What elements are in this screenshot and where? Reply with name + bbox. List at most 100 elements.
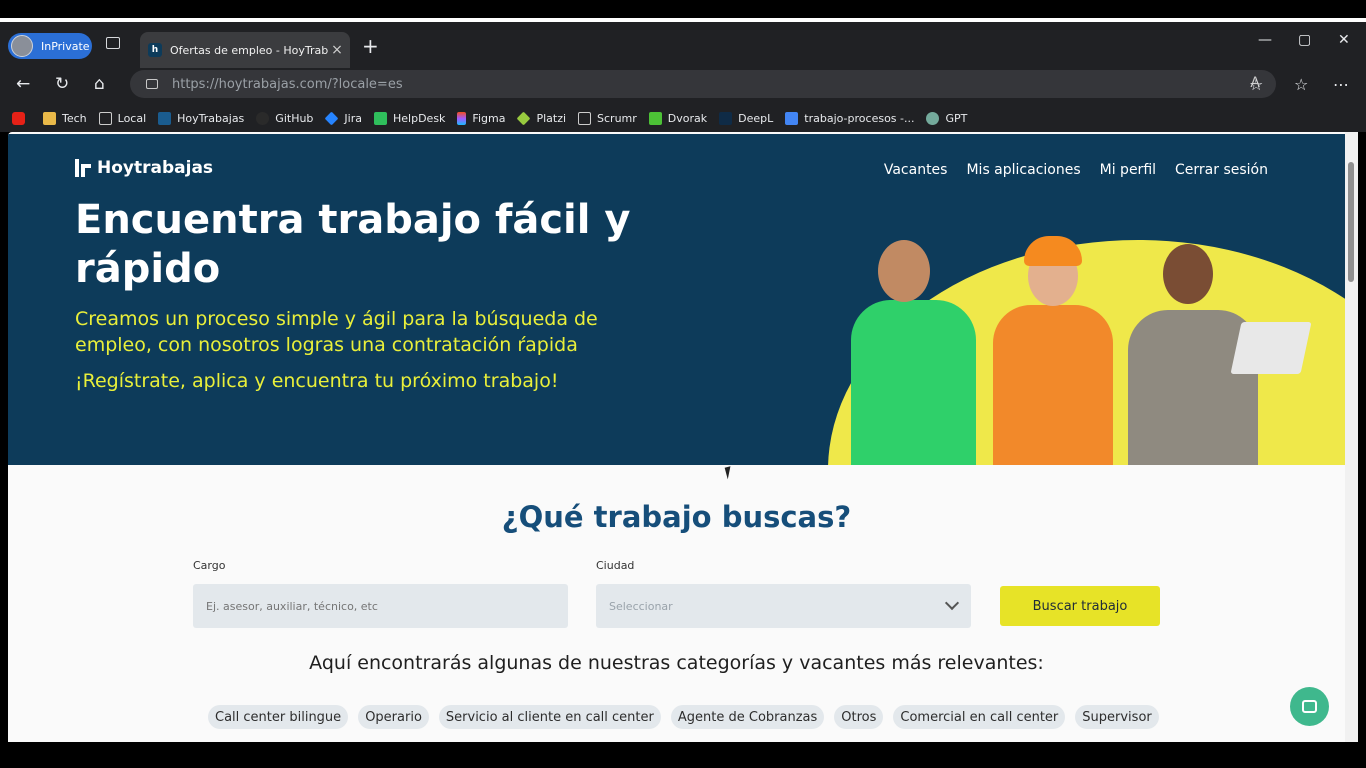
person-head: [1163, 244, 1213, 304]
nav-vacantes[interactable]: Vacantes: [884, 162, 948, 178]
person-safety-vest: [993, 305, 1113, 465]
youtube-icon: [12, 111, 25, 125]
favorite-star-icon[interactable]: ☆: [1249, 75, 1263, 94]
bookmark-trabajo-procesos[interactable]: trabajo-procesos -...: [785, 111, 915, 125]
category-chip[interactable]: Comercial en call center: [893, 705, 1066, 729]
category-chip[interactable]: Servicio al cliente en call center: [438, 705, 661, 729]
page-viewport: Hoytrabajas Vacantes Mis aplicaciones Mi…: [8, 132, 1358, 742]
bookmark-local[interactable]: Local: [98, 111, 147, 125]
bookmark-dvorak[interactable]: Dvorak: [648, 111, 707, 125]
category-chip[interactable]: Agente de Cobranzas: [670, 705, 825, 729]
jira-icon: [325, 111, 339, 125]
hoytrabajas-favicon-icon: h: [148, 43, 162, 57]
brand-name: Hoytrabajas: [97, 158, 214, 178]
screen-top-border: [0, 0, 1366, 20]
bookmark-gpt[interactable]: GPT: [926, 111, 968, 125]
person-head: [878, 240, 930, 302]
dvorak-icon: [648, 111, 662, 125]
maximize-icon[interactable]: ▢: [1298, 32, 1311, 48]
more-menu-icon[interactable]: ⋯: [1333, 75, 1349, 94]
buscar-trabajo-button[interactable]: Buscar trabajo: [1000, 586, 1160, 626]
hero-section: Hoytrabajas Vacantes Mis aplicaciones Mi…: [8, 134, 1345, 465]
bookmark-label: trabajo-procesos -...: [804, 111, 915, 125]
gpt-icon: [926, 111, 940, 125]
refresh-icon[interactable]: ↻: [55, 74, 69, 94]
tab-title: Ofertas de empleo - HoyTrabajas: [170, 43, 328, 57]
ciudad-select[interactable]: Seleccionar: [596, 584, 971, 628]
category-chip[interactable]: Call center bilingue: [208, 705, 349, 729]
bookmark-youtube[interactable]: [12, 111, 31, 125]
url-host: https://hoytrabajas.com: [172, 76, 328, 92]
new-tab-icon[interactable]: +: [362, 34, 379, 58]
inprivate-profile-button[interactable]: InPrivate: [8, 33, 92, 59]
category-chip[interactable]: Operario: [358, 705, 429, 729]
folder-icon: [43, 111, 56, 125]
bookmark-scrumr[interactable]: Scrumr: [578, 111, 637, 125]
hero-description: Creamos un proceso simple y ágil para la…: [75, 308, 598, 356]
bookmark-github[interactable]: GitHub: [256, 111, 313, 125]
close-tab-icon[interactable]: ×: [328, 42, 346, 58]
page-icon: [578, 111, 592, 125]
bookmark-helpdesk[interactable]: HelpDesk: [374, 111, 446, 125]
bookmark-label: Local: [117, 111, 147, 125]
bookmark-tech[interactable]: Tech: [43, 111, 87, 125]
address-bar[interactable]: https://hoytrabajas.com /?locale=es A: [130, 70, 1276, 98]
person-green-shirt: [851, 300, 976, 465]
ciudad-selected-value: Seleccionar: [609, 599, 673, 613]
page-icon: [98, 111, 112, 125]
bookmark-jira[interactable]: Jira: [325, 111, 362, 125]
inprivate-label: InPrivate: [41, 39, 90, 53]
main-nav: Vacantes Mis aplicaciones Mi perfil Cerr…: [884, 162, 1268, 178]
hero-title: Encuentra trabajo fácil y rápido: [75, 197, 631, 292]
url-path: /?locale=es: [327, 76, 403, 92]
cargo-input[interactable]: [193, 584, 568, 628]
profile-avatar-icon: [11, 35, 33, 57]
lock-icon[interactable]: [146, 79, 158, 89]
category-chip[interactable]: Otros: [834, 705, 884, 729]
deepl-icon: [719, 111, 733, 125]
page-scrollbar[interactable]: [1345, 132, 1358, 742]
bookmark-hoytrabajas[interactable]: HoyTrabajas: [158, 111, 245, 125]
mouse-cursor: [724, 464, 740, 480]
bookmark-label: HelpDesk: [393, 111, 446, 125]
favorites-icon[interactable]: ☆: [1294, 75, 1308, 94]
platzi-icon: [517, 111, 531, 125]
category-chips: Call center bilingue Operario Servicio a…: [208, 705, 1159, 729]
browser-chrome: InPrivate h Ofertas de empleo - HoyTraba…: [0, 22, 1366, 132]
bookmark-label: Scrumr: [597, 111, 637, 125]
google-docs-icon: [785, 111, 799, 125]
scrollbar-thumb[interactable]: [1348, 162, 1354, 282]
chevron-down-icon: [944, 595, 960, 611]
hoytrabajas-icon: [158, 111, 172, 125]
bookmark-figma[interactable]: Figma: [457, 111, 506, 125]
nav-mi-perfil[interactable]: Mi perfil: [1100, 162, 1156, 178]
bookmark-label: HoyTrabajas: [177, 111, 245, 125]
laptop-icon: [1230, 322, 1312, 374]
nav-mis-aplicaciones[interactable]: Mis aplicaciones: [966, 162, 1080, 178]
logo-mark-icon: [75, 159, 91, 177]
helpdesk-icon: [374, 111, 387, 125]
chat-button[interactable]: [1290, 687, 1329, 726]
cargo-label: Cargo: [193, 559, 226, 572]
search-title: ¿Qué trabajo buscas?: [501, 500, 852, 534]
minimize-icon[interactable]: —: [1258, 32, 1272, 48]
bookmark-label: Tech: [62, 111, 87, 125]
ciudad-label: Ciudad: [596, 559, 635, 572]
home-icon[interactable]: ⌂: [94, 74, 105, 94]
close-window-icon[interactable]: ✕: [1338, 32, 1350, 48]
bookmark-label: Platzi: [536, 111, 567, 125]
tab-actions-icon[interactable]: [106, 37, 120, 49]
category-chip[interactable]: Supervisor: [1075, 705, 1159, 729]
bookmark-label: GPT: [945, 111, 968, 125]
bookmark-platzi[interactable]: Platzi: [517, 111, 567, 125]
bookmark-deepl[interactable]: DeepL: [719, 111, 774, 125]
github-icon: [256, 111, 270, 125]
site-logo[interactable]: Hoytrabajas: [75, 158, 213, 178]
nav-cerrar-sesion[interactable]: Cerrar sesión: [1175, 162, 1268, 178]
bookmark-label: DeepL: [738, 111, 774, 125]
hero-cta-text: ¡Regístrate, aplica y encuentra tu próxi…: [75, 370, 559, 392]
active-tab[interactable]: h Ofertas de empleo - HoyTrabajas ×: [140, 32, 350, 68]
bookmark-label: Figma: [472, 111, 506, 125]
address-row: ← ↻ ⌂ https://hoytrabajas.com /?locale=e…: [0, 68, 1366, 104]
back-icon[interactable]: ←: [16, 74, 30, 94]
